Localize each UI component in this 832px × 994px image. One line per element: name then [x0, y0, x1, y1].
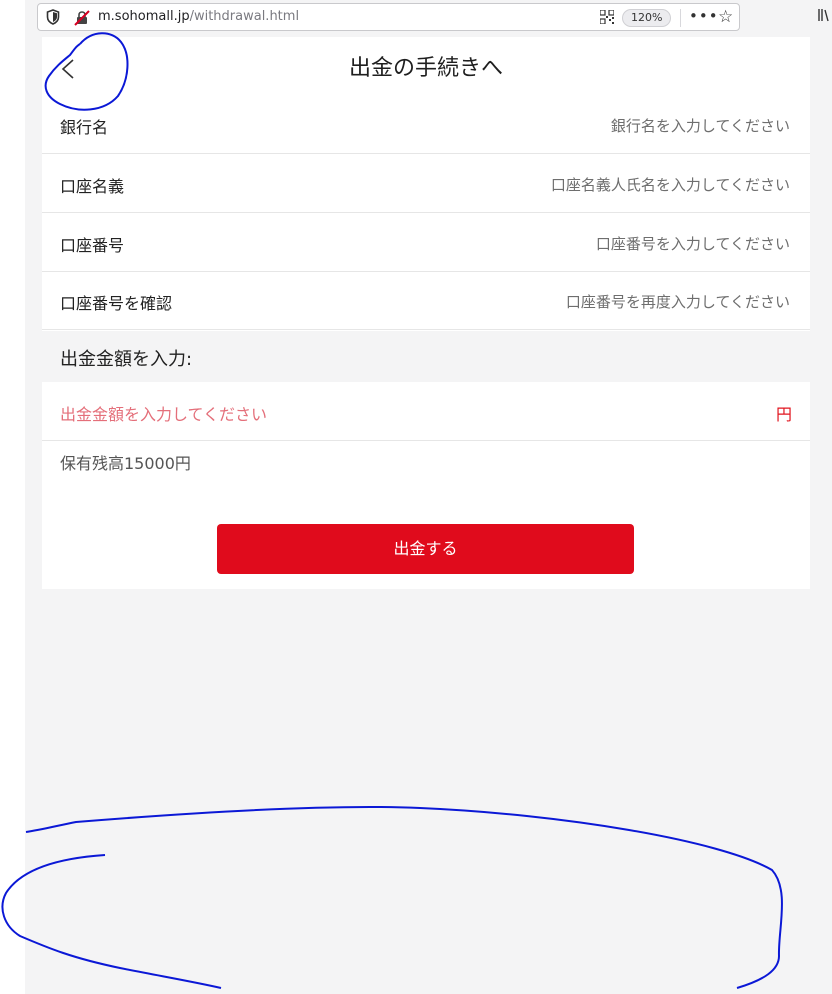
zoom-level-badge[interactable]: 120%	[622, 9, 672, 27]
currency-label: 円	[775, 405, 792, 424]
account-number-label: 口座番号	[60, 236, 125, 255]
more-actions-icon[interactable]: •••	[689, 7, 719, 25]
confirm-account-number-input[interactable]: 口座番号を再度入力してください	[566, 291, 790, 312]
amount-heading: 出金金額を入力:	[60, 349, 193, 370]
confirm-account-number-label: 口座番号を確認	[60, 294, 173, 313]
url-path: /withdrawal.html	[189, 9, 300, 24]
url-text[interactable]: m.sohomall.jp/withdrawal.html	[98, 9, 299, 24]
bank-name-row[interactable]: 銀行名 銀行名を入力してください	[42, 96, 810, 154]
confirm-account-number-row[interactable]: 口座番号を確認 口座番号を再度入力してください	[42, 272, 810, 330]
qr-code-icon[interactable]	[600, 10, 614, 24]
withdraw-button[interactable]: 出金する	[217, 524, 634, 574]
bank-name-input[interactable]: 銀行名を入力してください	[611, 115, 790, 136]
page-title: 出金の手続きへ	[348, 56, 503, 81]
toolbar-separator	[680, 9, 681, 27]
account-number-row[interactable]: 口座番号 口座番号を入力してください	[42, 214, 810, 272]
shield-icon[interactable]	[46, 9, 60, 25]
bookmark-star-icon[interactable]: ☆	[718, 7, 733, 27]
library-icon[interactable]	[818, 8, 830, 22]
insecure-lock-icon[interactable]	[74, 10, 90, 26]
url-host: m.sohomall.jp	[98, 9, 190, 24]
account-number-input[interactable]: 口座番号を入力してください	[596, 233, 790, 254]
left-margin	[0, 0, 25, 994]
bank-name-label: 銀行名	[60, 118, 109, 137]
url-bar[interactable]: m.sohomall.jp/withdrawal.html 120% ••• ☆	[37, 3, 740, 31]
account-holder-label: 口座名義	[60, 177, 125, 196]
account-holder-row[interactable]: 口座名義 口座名義人氏名を入力してください	[42, 155, 810, 213]
account-holder-input[interactable]: 口座名義人氏名を入力してください	[551, 174, 790, 195]
amount-input[interactable]: 出金金額を入力してください	[60, 401, 267, 425]
balance-text: 保有残高15000円	[60, 454, 191, 473]
amount-row[interactable]: 出金金額を入力してください 円	[42, 382, 810, 441]
